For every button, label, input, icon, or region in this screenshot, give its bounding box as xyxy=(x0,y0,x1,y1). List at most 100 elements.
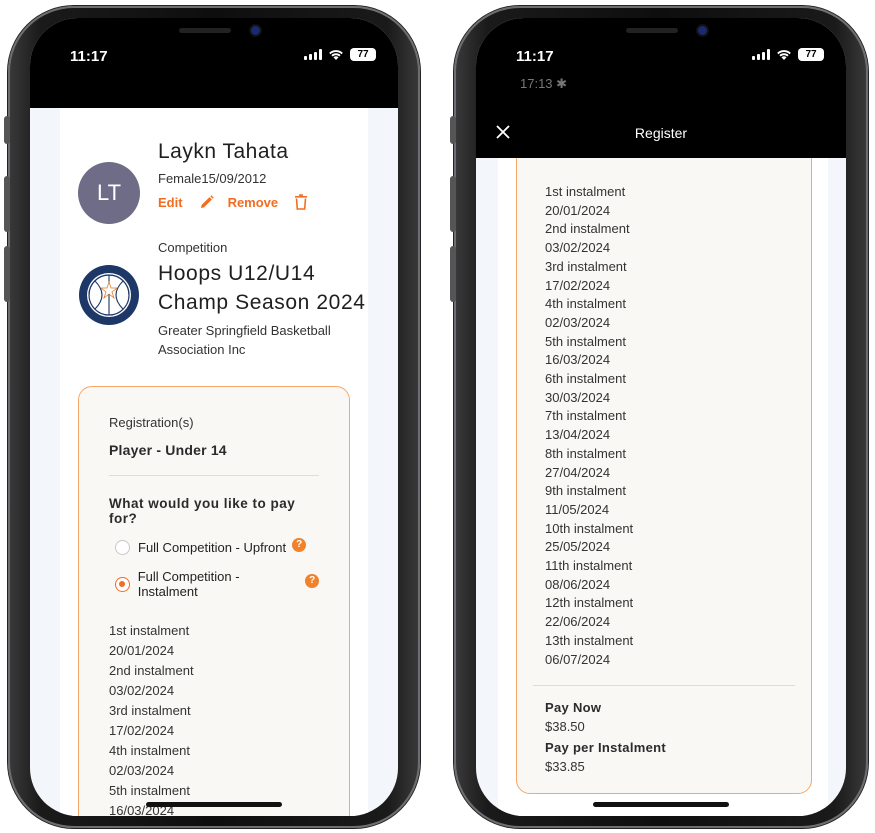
instalment-line: 13th instalment xyxy=(545,632,634,648)
volume-down-button xyxy=(450,246,456,302)
signal-icon xyxy=(304,49,322,60)
status-bar: 11:17 77 xyxy=(30,18,398,108)
status-icons: 77 xyxy=(304,48,376,61)
right-screen: 11:17 77 17:13 ✱ Register 1st instalment… xyxy=(476,18,846,816)
option-upfront[interactable]: Full Competition - Upfront ? xyxy=(115,537,319,555)
background-status-text: 17:13 ✱ xyxy=(520,76,568,91)
notch xyxy=(119,18,309,52)
instalment-line: 4th instalment xyxy=(109,743,190,758)
left-screen: 11:17 77 LT Laykn Tahata Female15/09/201… xyxy=(30,18,398,816)
instalment-line: 17/02/2024 xyxy=(545,277,611,293)
header-title: Register xyxy=(634,125,688,141)
notch xyxy=(566,18,756,52)
player-name: Laykn Tahata xyxy=(158,140,289,163)
association-logo xyxy=(79,265,139,325)
instalment-line: 02/03/2024 xyxy=(545,314,611,330)
left-phone: 11:17 77 LT Laykn Tahata Female15/09/201… xyxy=(4,6,420,828)
mute-switch xyxy=(450,116,456,144)
instalment-line: 2nd instalment xyxy=(545,221,630,237)
instalment-line: 3rd instalment xyxy=(109,703,191,718)
instalment-line: 12th instalment xyxy=(545,595,634,611)
instalment-line: 13/04/2024 xyxy=(545,427,611,443)
register-sheet: 1st instalment 20/01/2024 2nd instalment 03… xyxy=(498,158,828,816)
registration-page: LT Laykn Tahata Female15/09/2012 Edit Re… xyxy=(60,108,368,816)
help-icon[interactable]: ? xyxy=(292,537,307,552)
radio-instalment[interactable] xyxy=(115,576,130,592)
instalment-list: 1st instalment 20/01/2024 2nd instalment 03… xyxy=(545,183,783,669)
instalment-line: 5th instalment xyxy=(545,333,626,349)
instalment-line: 03/02/2024 xyxy=(109,683,175,698)
instalment-line: 1st instalment xyxy=(545,184,626,199)
status-time: 11:17 xyxy=(70,48,108,65)
volume-down-button xyxy=(4,246,10,302)
pay-per-instalment-label: Pay per Instalment xyxy=(545,740,666,756)
volume-up-button xyxy=(4,176,10,232)
payment-question: What would you like to pay for? xyxy=(109,496,296,526)
instalment-line: 22/06/2024 xyxy=(545,614,611,630)
mute-switch xyxy=(4,116,10,144)
battery-icon: 77 xyxy=(350,48,376,61)
divider xyxy=(109,475,319,476)
instalment-line: 02/03/2024 xyxy=(109,763,175,778)
volume-up-button xyxy=(450,176,456,232)
competition-title-line-2: Champ Season 2024 xyxy=(158,291,366,314)
help-icon[interactable]: ? xyxy=(305,574,319,588)
trash-icon[interactable] xyxy=(294,194,308,210)
registration-value: Player - Under 14 xyxy=(109,442,227,458)
pencil-icon[interactable] xyxy=(199,194,214,210)
pay-per-instalment-value: $33.85 xyxy=(545,759,585,775)
instalment-line: 5th instalment xyxy=(109,783,190,798)
status-icons: 77 xyxy=(752,48,824,61)
competition-info: Competition Hoops U12/U14 Champ Season 2… xyxy=(78,240,368,359)
wifi-icon xyxy=(776,49,792,60)
instalment-line: 11th instalment xyxy=(545,558,633,574)
instalment-line: 4th instalment xyxy=(545,296,626,312)
status-bar: 11:17 77 17:13 ✱ Register xyxy=(476,18,846,158)
instalment-line: 1st instalment xyxy=(109,623,190,638)
instalment-list: 1st instalment 20/01/2024 2nd instalment 03… xyxy=(109,621,319,816)
player-profile: LT Laykn Tahata Female15/09/2012 Edit Re… xyxy=(78,140,308,224)
organisation-name: Greater Springfield Basketball Associati… xyxy=(158,323,331,357)
status-time: 11:17 xyxy=(516,48,554,65)
competition-title: Hoops U12/U14 Champ Season 2024 xyxy=(158,259,368,317)
instalment-line: 20/01/2024 xyxy=(545,202,611,218)
remove-button[interactable]: Remove xyxy=(228,195,279,210)
competition-label: Competition xyxy=(158,240,228,255)
instalment-line: 27/04/2024 xyxy=(545,464,611,480)
pay-now-value: $38.50 xyxy=(545,719,585,735)
registration-card: Registration(s) Player - Under 14 What w… xyxy=(78,386,350,816)
instalment-line: 7th instalment xyxy=(545,408,626,424)
instalment-line: 17/02/2024 xyxy=(109,723,175,738)
instalment-line: 20/01/2024 xyxy=(109,643,175,658)
wifi-icon xyxy=(328,49,344,60)
instalment-line: 10th instalment xyxy=(545,520,634,536)
radio-upfront[interactable] xyxy=(115,540,130,555)
instalment-line: 25/05/2024 xyxy=(545,539,611,555)
instalment-line: 03/02/2024 xyxy=(545,240,611,256)
signal-icon xyxy=(752,49,770,60)
instalment-line: 6th instalment xyxy=(545,371,626,387)
instalment-card: 1st instalment 20/01/2024 2nd instalment 03… xyxy=(516,158,812,794)
instalment-line: 30/03/2024 xyxy=(545,389,611,405)
instalment-line: 8th instalment xyxy=(545,445,626,461)
avatar: LT xyxy=(78,162,140,224)
instalment-line: 2nd instalment xyxy=(109,663,194,678)
instalment-line: 9th instalment xyxy=(545,483,626,499)
registrations-label: Registration(s) xyxy=(109,415,194,430)
instalment-line: 16/03/2024 xyxy=(545,352,611,368)
camera-icon xyxy=(698,26,707,35)
home-indicator xyxy=(593,802,729,807)
right-phone: 11:17 77 17:13 ✱ Register 1st instalment… xyxy=(450,6,868,828)
player-meta: Female15/09/2012 xyxy=(158,171,267,186)
camera-icon xyxy=(251,26,260,35)
home-indicator xyxy=(146,802,282,807)
edit-button[interactable]: Edit xyxy=(158,195,183,210)
instalment-line: 06/07/2024 xyxy=(545,651,611,667)
divider xyxy=(533,685,795,687)
option-instalment[interactable]: Full Competition - Instalment ? xyxy=(115,569,319,599)
competition-title-line-1: Hoops U12/U14 xyxy=(158,262,316,285)
option-upfront-label: Full Competition - Upfront xyxy=(138,540,287,555)
instalment-line: 11/05/2024 xyxy=(545,501,610,517)
battery-icon: 77 xyxy=(798,48,824,61)
instalment-line: 08/06/2024 xyxy=(545,576,611,592)
